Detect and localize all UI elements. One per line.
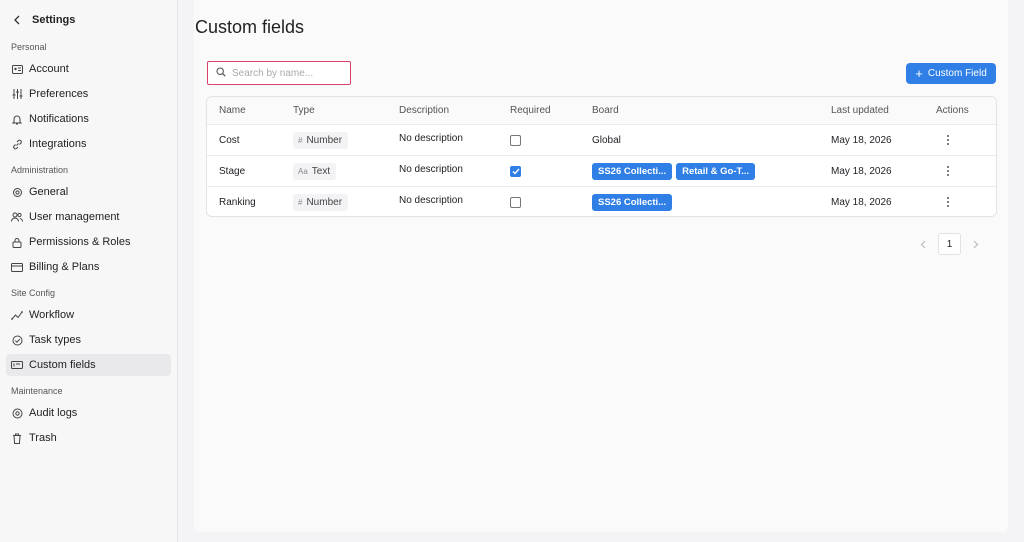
required-checkbox[interactable]	[510, 134, 521, 146]
workflow-icon	[11, 309, 23, 321]
sidebar-item-account[interactable]: Account	[6, 58, 171, 80]
field-last-updated: May 18, 2026	[831, 134, 892, 146]
field-name: Cost	[219, 134, 240, 146]
field-name: Ranking	[219, 196, 256, 208]
section-maintenance: Maintenance	[11, 386, 63, 396]
sliders-icon	[11, 88, 23, 100]
table-row[interactable]: Stage Aa Text No description SS26 Collec…	[207, 156, 996, 187]
field-type-chip: # Number	[293, 131, 349, 149]
column-header-description[interactable]: Description	[399, 97, 449, 124]
table-row[interactable]: Cost # Number No description Global May …	[207, 125, 996, 156]
search-icon	[216, 66, 226, 80]
board-tag[interactable]: SS26 Collecti...	[592, 162, 673, 180]
checkmark-icon	[512, 168, 520, 175]
section-administration: Administration	[11, 165, 69, 175]
trash-icon	[11, 432, 23, 444]
add-custom-field-label: Custom Field	[927, 68, 987, 79]
audit-icon	[11, 407, 23, 419]
column-header-last-updated[interactable]: Last updated	[831, 97, 889, 124]
sidebar-item-billing[interactable]: Billing & Plans	[6, 256, 171, 278]
sidebar-item-notifications[interactable]: Notifications	[6, 108, 171, 130]
field-board: Global	[592, 134, 621, 146]
sidebar-item-custom-fields[interactable]: Custom fields	[6, 354, 171, 376]
id-card-icon	[11, 63, 23, 75]
text-type-icon: Aa	[298, 166, 308, 176]
lock-icon	[11, 236, 23, 248]
column-header-actions: Actions	[936, 105, 969, 116]
custom-field-icon	[11, 359, 23, 371]
next-page-chevron-icon[interactable]	[967, 233, 985, 255]
number-type-icon: #	[298, 135, 303, 145]
back-chevron-icon[interactable]	[10, 13, 24, 27]
field-type-chip: # Number	[293, 193, 349, 211]
pagination: 1	[914, 233, 985, 255]
more-actions-icon[interactable]	[942, 134, 954, 146]
sidebar-item-preferences[interactable]: Preferences	[6, 83, 171, 105]
link-icon	[11, 138, 23, 150]
plus-icon: +	[915, 65, 923, 81]
column-header-name[interactable]: Name	[219, 97, 246, 124]
check-circle-icon	[11, 334, 23, 346]
required-checkbox[interactable]	[510, 165, 521, 177]
prev-page-chevron-icon[interactable]	[914, 233, 932, 255]
table-header-row: Name Type Description Required Board Las…	[207, 97, 996, 125]
sidebar-header: Settings	[0, 0, 177, 40]
board-tag[interactable]: SS26 Collecti...	[592, 193, 673, 211]
field-last-updated: May 18, 2026	[831, 165, 892, 177]
number-type-icon: #	[298, 197, 303, 207]
add-custom-field-button[interactable]: + Custom Field	[906, 63, 996, 84]
sidebar-item-permissions[interactable]: Permissions & Roles	[6, 231, 171, 253]
column-header-type[interactable]: Type	[293, 97, 315, 124]
field-name: Stage	[219, 165, 246, 177]
field-type-chip: Aa Text	[293, 162, 337, 180]
field-last-updated: May 18, 2026	[831, 196, 892, 208]
page-title: Custom fields	[195, 17, 305, 37]
field-description: No description	[399, 163, 463, 175]
credit-card-icon	[11, 261, 23, 273]
main-panel: Custom fields + Custom Field Name Type D…	[194, 0, 1008, 532]
column-header-required[interactable]: Required	[510, 97, 551, 124]
sidebar-item-general[interactable]: General	[6, 181, 171, 203]
search-box[interactable]	[207, 61, 351, 85]
required-checkbox[interactable]	[510, 196, 521, 208]
sidebar-item-integrations[interactable]: Integrations	[6, 133, 171, 155]
sidebar-item-user-management[interactable]: User management	[6, 206, 171, 228]
users-icon	[11, 211, 23, 223]
section-site-config: Site Config	[11, 288, 56, 298]
custom-fields-table: Name Type Description Required Board Las…	[206, 96, 997, 217]
more-actions-icon[interactable]	[942, 165, 954, 177]
sidebar-item-audit-logs[interactable]: Audit logs	[6, 402, 171, 424]
board-tag[interactable]: Retail & Go-T...	[676, 162, 756, 180]
field-description: No description	[399, 194, 463, 206]
settings-sidebar: Settings Personal Account Preferences No…	[0, 0, 178, 542]
sidebar-title: Settings	[32, 14, 76, 26]
search-input[interactable]	[232, 67, 342, 79]
column-header-board[interactable]: Board	[592, 97, 619, 124]
bell-icon	[11, 113, 23, 125]
table-row[interactable]: Ranking # Number No description SS26 Col…	[207, 187, 996, 217]
page-number-button[interactable]: 1	[938, 233, 961, 255]
section-personal: Personal	[11, 42, 47, 52]
gear-icon	[11, 186, 23, 198]
sidebar-item-workflow[interactable]: Workflow	[6, 304, 171, 326]
sidebar-item-task-types[interactable]: Task types	[6, 329, 171, 351]
more-actions-icon[interactable]	[942, 196, 954, 208]
sidebar-item-trash[interactable]: Trash	[6, 427, 171, 449]
field-description: No description	[399, 132, 463, 144]
